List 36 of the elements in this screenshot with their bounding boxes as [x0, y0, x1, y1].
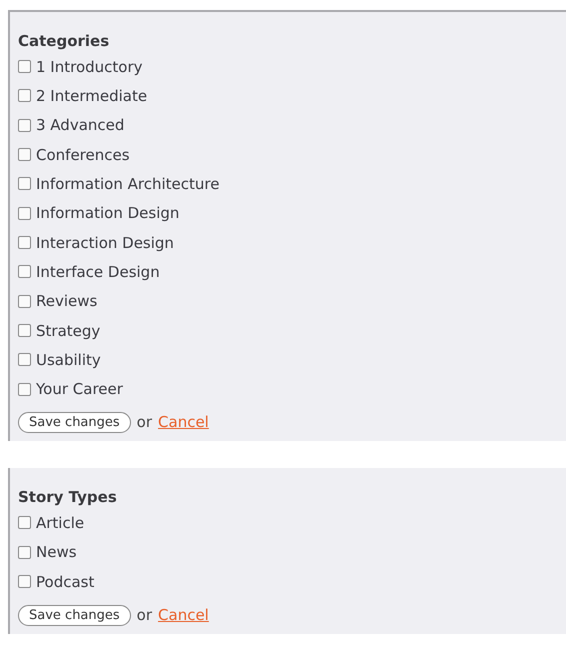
- checkbox[interactable]: [18, 575, 31, 588]
- save-button[interactable]: Save changes: [18, 412, 131, 433]
- checkbox[interactable]: [18, 516, 31, 530]
- checkbox-label[interactable]: Information Architecture: [36, 174, 220, 193]
- checkbox-label[interactable]: Reviews: [36, 292, 98, 310]
- checkbox[interactable]: [18, 353, 31, 366]
- checkbox[interactable]: [18, 118, 31, 132]
- checkbox-label[interactable]: Information Design: [36, 204, 180, 222]
- checkbox-label[interactable]: News: [36, 543, 77, 562]
- checkbox[interactable]: [18, 89, 31, 102]
- checkbox-label[interactable]: 3 Advanced: [36, 116, 124, 134]
- checkbox-label[interactable]: 1 Introductory: [36, 58, 143, 76]
- section-title: Story Types: [18, 488, 118, 506]
- checkbox-label[interactable]: Interface Design: [36, 262, 160, 281]
- checkbox[interactable]: [18, 177, 31, 190]
- checkbox-label[interactable]: Conferences: [36, 146, 130, 164]
- checkbox[interactable]: [18, 265, 31, 278]
- checkbox[interactable]: [18, 324, 31, 338]
- section-title: Categories: [18, 32, 110, 50]
- checkbox[interactable]: [18, 382, 31, 396]
- or-text: or: [136, 413, 152, 432]
- checkbox[interactable]: [18, 148, 31, 162]
- checkbox-label[interactable]: Your Career: [36, 380, 123, 398]
- checkbox-label[interactable]: Interaction Design: [36, 234, 174, 252]
- checkbox-label[interactable]: Usability: [36, 350, 101, 369]
- or-text: or: [136, 606, 152, 624]
- checkbox-label[interactable]: Strategy: [36, 322, 100, 340]
- checkbox[interactable]: [18, 546, 31, 559]
- checkbox[interactable]: [18, 206, 31, 220]
- checkbox[interactable]: [18, 60, 31, 74]
- save-button[interactable]: Save changes: [18, 604, 131, 626]
- checkbox-label[interactable]: Podcast: [36, 572, 94, 591]
- checkbox[interactable]: [18, 294, 31, 308]
- checkbox[interactable]: [18, 236, 31, 250]
- checkbox-label[interactable]: 2 Intermediate: [36, 86, 148, 105]
- checkbox-label[interactable]: Article: [36, 514, 84, 532]
